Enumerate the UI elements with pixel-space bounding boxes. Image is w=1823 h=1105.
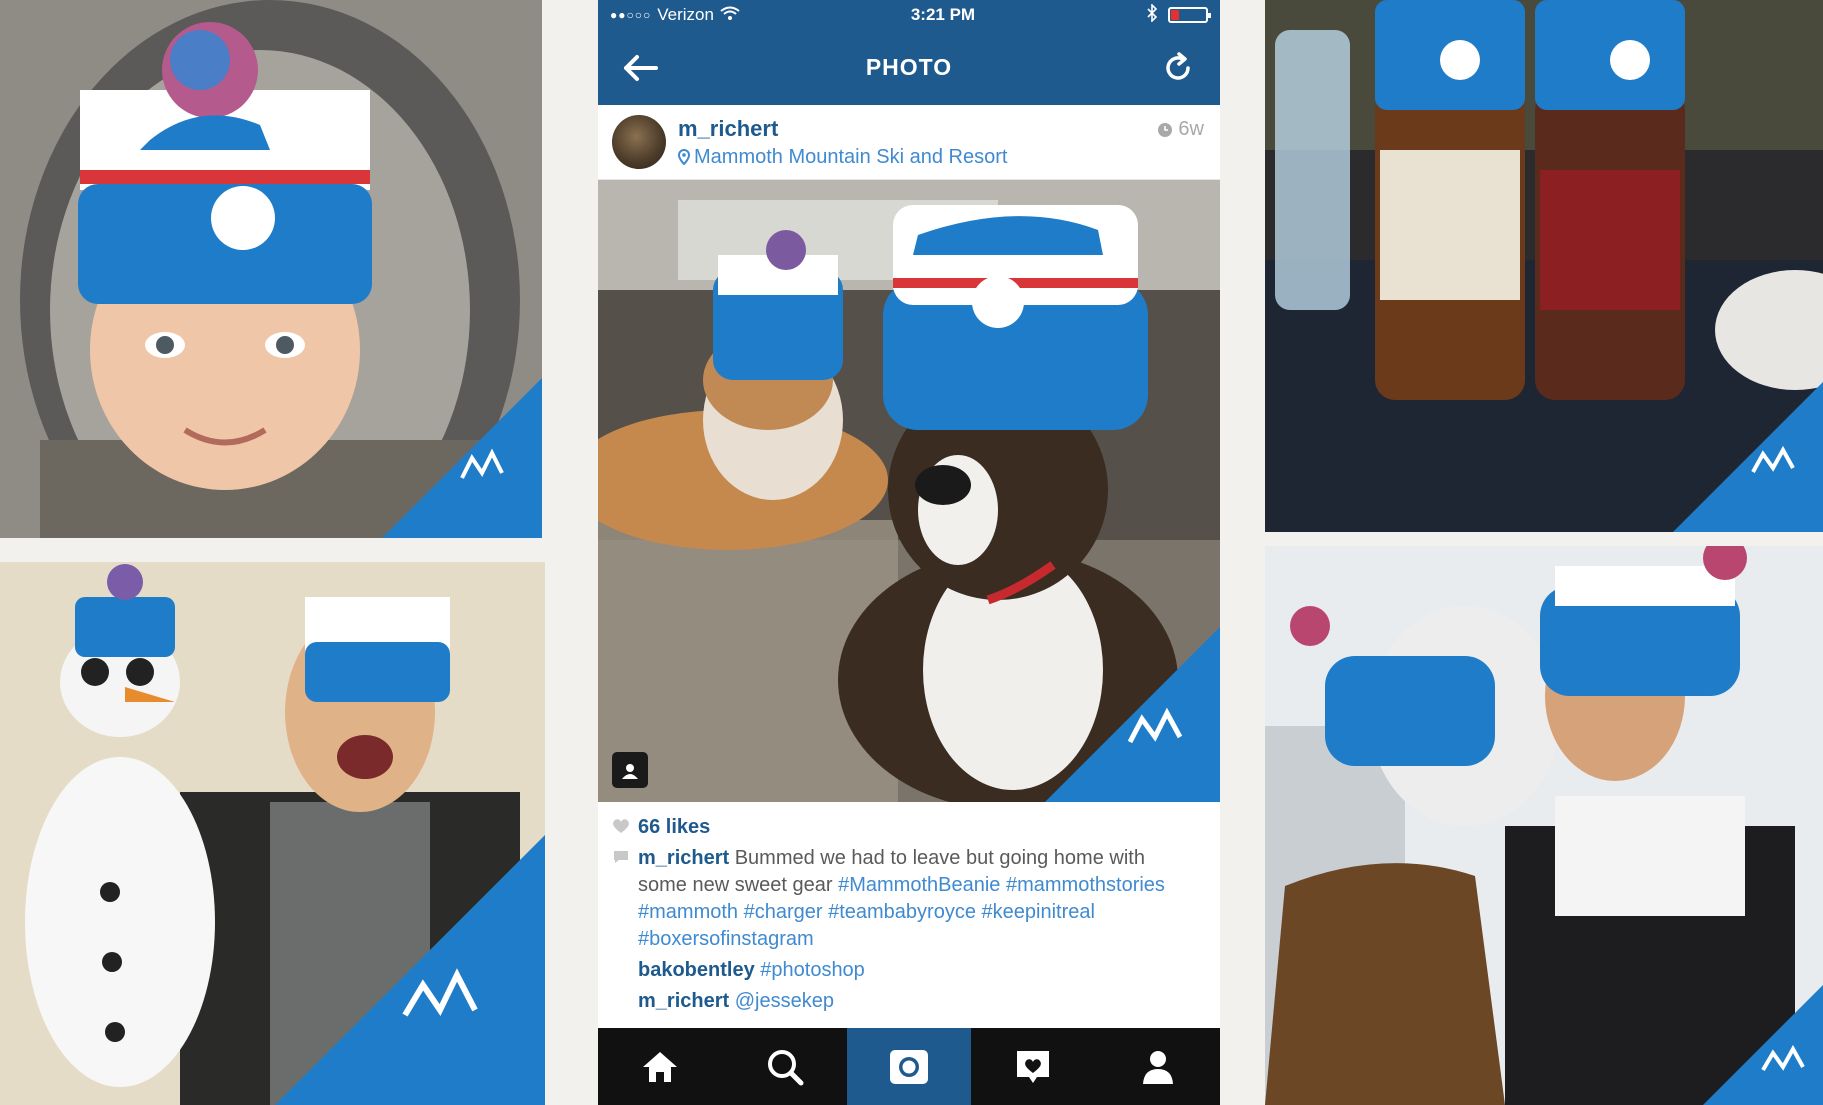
post-location-link[interactable]: Mammoth Mountain Ski and Resort xyxy=(678,146,1007,169)
photo-couple xyxy=(1265,546,1823,1105)
post-photo-dogs[interactable] xyxy=(598,180,1220,802)
hashtag[interactable]: #mammoth xyxy=(638,901,738,923)
tab-search[interactable] xyxy=(722,1028,846,1105)
comment: bakobentley #photoshop xyxy=(638,957,1180,984)
refresh-button[interactable] xyxy=(1158,48,1198,88)
hashtag[interactable]: #mammothstories xyxy=(1006,874,1165,896)
hashtag[interactable]: #MammothBeanie xyxy=(838,874,1000,896)
hashtag[interactable]: #teambabyroyce xyxy=(828,901,976,923)
instagram-screen: ●●○○○ Verizon 3:21 PM PHOTO m_richert Ma… xyxy=(598,0,1220,1105)
tab-camera[interactable] xyxy=(846,1028,972,1105)
tagged-people-icon[interactable] xyxy=(612,752,648,788)
likes-count[interactable]: 66 likes xyxy=(638,816,710,838)
carrier-name: Verizon xyxy=(657,5,714,24)
home-icon xyxy=(643,1051,678,1082)
photo-baby xyxy=(0,0,542,538)
location-pin-icon xyxy=(678,149,690,165)
post-header: m_richert Mammoth Mountain Ski and Resor… xyxy=(598,105,1220,180)
mammoth-badge xyxy=(275,835,545,1105)
mammoth-badge xyxy=(382,378,542,538)
status-bar: ●●○○○ Verizon 3:21 PM xyxy=(598,0,1220,30)
mammoth-badge xyxy=(1045,627,1220,802)
caption: m_richert Bummed we had to leave but goi… xyxy=(614,845,1180,953)
page-title: PHOTO xyxy=(865,54,953,80)
tab-bar xyxy=(598,1028,1220,1105)
profile-icon xyxy=(1142,1050,1173,1084)
battery-icon xyxy=(1167,7,1211,23)
activity-heart-icon xyxy=(1017,1050,1050,1083)
tab-activity[interactable] xyxy=(971,1028,1095,1105)
mammoth-badge xyxy=(1673,382,1823,532)
post-meta: 66 likes m_richert Bummed we had to leav… xyxy=(598,802,1220,1015)
collage: ●●○○○ Verizon 3:21 PM PHOTO m_richert Ma… xyxy=(0,0,1823,1105)
comment-username[interactable]: m_richert xyxy=(638,990,729,1012)
photo-man-snowman xyxy=(0,562,545,1105)
tab-profile[interactable] xyxy=(1096,1028,1220,1105)
bluetooth-icon xyxy=(1146,2,1158,27)
caption-username[interactable]: m_richert xyxy=(638,847,729,869)
comment-text[interactable]: #photoshop xyxy=(760,959,865,981)
arrow-left-icon xyxy=(624,54,658,81)
refresh-icon xyxy=(1166,51,1190,80)
signal-strength: ●●○○○ xyxy=(610,8,652,22)
nav-bar: PHOTO xyxy=(598,30,1220,105)
hashtag[interactable]: #boxersofinstagram xyxy=(638,928,814,950)
comment: m_richert @jessekep xyxy=(638,988,1180,1015)
likes-row: 66 likes xyxy=(613,814,1180,841)
clock: 3:21 PM xyxy=(910,5,976,24)
post-age: 6w xyxy=(1157,118,1204,141)
photo-beer-bottles xyxy=(1265,0,1823,532)
comment-username[interactable]: bakobentley xyxy=(638,959,755,981)
post-age-value: 6w xyxy=(1178,118,1204,140)
clock-icon xyxy=(1158,122,1173,137)
heart-icon xyxy=(613,819,629,833)
wifi-icon xyxy=(720,5,740,25)
mammoth-badge xyxy=(1703,985,1823,1105)
post-location: Mammoth Mountain Ski and Resort xyxy=(694,145,1008,168)
camera-icon xyxy=(890,1049,929,1084)
avatar[interactable] xyxy=(612,115,666,169)
hashtag[interactable]: #charger xyxy=(744,901,823,923)
back-button[interactable] xyxy=(620,48,660,88)
comment-bubble-icon xyxy=(614,851,628,863)
search-icon xyxy=(767,1049,804,1085)
post-username[interactable]: m_richert xyxy=(678,116,1007,142)
hashtag[interactable]: #keepinitreal xyxy=(982,901,1095,923)
comment-text[interactable]: @jessekep xyxy=(735,990,834,1012)
tab-home[interactable] xyxy=(598,1028,722,1105)
